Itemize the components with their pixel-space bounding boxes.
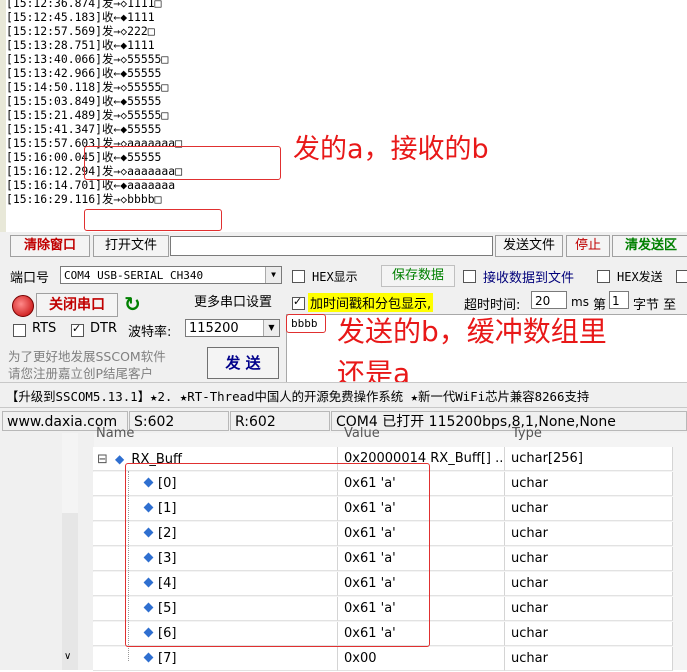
watch-cell-type: uchar: [505, 472, 673, 496]
column-header-type[interactable]: Type: [512, 426, 542, 441]
baud-label: 波特率:: [128, 325, 172, 340]
watch-cell-value: 0x00: [338, 647, 505, 671]
annotation-box-send-b: [286, 314, 326, 333]
watch-row[interactable]: [7] 0x00 uchar: [93, 647, 673, 672]
hex-send-label: HEX发送: [617, 270, 663, 284]
byte-label: 字节 至: [633, 298, 677, 313]
annotation-box-sent-b: [84, 209, 222, 231]
annotation-box-buffer: [125, 463, 430, 647]
watch-row-name: [7]: [158, 651, 177, 666]
vertical-scrollbar[interactable]: ∨: [62, 513, 78, 670]
annotation-note-2-line-1: 发送的b，缓冲数组里: [337, 315, 607, 348]
log-line: [15:12:45.183]收←◆1111: [6, 10, 155, 24]
scroll-down-icon[interactable]: ∨: [64, 651, 71, 662]
extra-checkbox[interactable]: [676, 270, 687, 283]
timeout-input[interactable]: 20: [531, 291, 567, 309]
more-port-settings-button[interactable]: 更多串口设置: [186, 292, 280, 314]
save-data-button[interactable]: 保存数据: [381, 265, 455, 287]
watch-cell-type: uchar: [505, 522, 673, 546]
rts-label: RTS: [32, 321, 57, 336]
nth-input[interactable]: 1: [609, 291, 629, 309]
port-select-value: COM4 USB-SERIAL CH340: [64, 269, 204, 282]
annotation-box-sent-a: [84, 146, 281, 180]
column-header-name[interactable]: Name: [96, 426, 134, 441]
status-port-info: COM4 已打开 115200bps,8,1,None,None: [331, 411, 687, 431]
hex-display-label: HEX显示: [312, 270, 358, 284]
log-line: [15:16:14.701]收←◆aaaaaaa: [6, 178, 176, 192]
status-received-count: R:602: [230, 411, 330, 431]
watch-cell-type: uchar: [505, 497, 673, 521]
log-line: [15:13:28.751]收←◆1111: [6, 38, 155, 52]
promo-line-2[interactable]: 请您注册嘉立创P结尾客户: [8, 363, 153, 382]
log-line: [15:15:21.489]发→◇55555□: [6, 108, 169, 122]
port-status-lamp-icon: [12, 295, 34, 317]
log-line: [15:13:40.066]发→◇55555□: [6, 52, 169, 66]
recv-to-file-checkbox[interactable]: [463, 270, 476, 283]
hex-send-checkbox[interactable]: [597, 270, 610, 283]
log-line: [15:16:29.116]发→◇bbbb□: [6, 192, 162, 206]
news-ticker[interactable]: 【升级到SSCOM5.13.1】★2. ★RT-Thread中国人的开源免费操作…: [0, 382, 687, 408]
clear-window-button[interactable]: 清除窗口: [10, 235, 90, 257]
rts-checkbox[interactable]: [13, 324, 26, 337]
hex-display-checkbox[interactable]: [292, 270, 305, 283]
watch-gutter: [78, 433, 94, 670]
timestamp-checkbox[interactable]: [292, 295, 305, 310]
dropdown-arrow-icon[interactable]: ▼: [265, 267, 281, 283]
open-file-button[interactable]: 打开文件: [93, 235, 169, 257]
watch-cell-type: uchar: [505, 622, 673, 646]
column-header-value[interactable]: Value: [344, 426, 380, 441]
log-line: [15:14:50.118]发→◇55555□: [6, 80, 169, 94]
dtr-label: DTR: [90, 321, 117, 336]
close-port-button[interactable]: 关闭串口: [36, 293, 118, 317]
struct-icon: ◆: [115, 452, 125, 466]
status-sent-count: S:602: [129, 411, 229, 431]
control-panel: 清除窗口 打开文件 发送文件 停止 清发送区 端口号 COM4 USB-SERI…: [0, 232, 687, 432]
stop-button[interactable]: 停止: [566, 235, 610, 257]
log-line: [15:15:03.849]收←◆55555: [6, 94, 162, 108]
annotation-note-1: 发的a，接收的b: [293, 134, 489, 165]
recv-to-file-label: 接收数据到文件: [483, 271, 575, 286]
baud-select[interactable]: 115200 ▼: [185, 319, 280, 337]
log-line: [15:12:36.874]发→◇1111□: [6, 0, 162, 10]
timeout-unit: ms: [571, 295, 589, 309]
port-label: 端口号: [10, 271, 50, 286]
dropdown-arrow-icon[interactable]: ▼: [263, 320, 279, 336]
watch-cell-type: uchar[256]: [505, 447, 673, 471]
file-path-input[interactable]: [170, 236, 493, 256]
receive-log-area[interactable]: [15:12:36.874]发→◇1111□ [15:12:45.183]收←◆…: [0, 0, 687, 232]
watch-cell-type: uchar: [505, 647, 673, 671]
field-icon: [143, 652, 154, 663]
baud-select-value: 115200: [189, 321, 239, 336]
log-line: [15:13:42.966]收←◆55555: [6, 66, 162, 80]
send-button[interactable]: 发 送: [207, 347, 279, 379]
watch-left-margin: [0, 433, 62, 670]
watch-window: ∨ Name Value Type ⊟ ◆ RX_Buff 0x20000014…: [0, 426, 687, 672]
watch-cell-type: uchar: [505, 597, 673, 621]
log-line: [15:15:41.347]收←◆55555: [6, 122, 162, 136]
collapse-icon[interactable]: ⊟: [97, 452, 108, 467]
dtr-checkbox[interactable]: [71, 322, 84, 337]
clear-send-area-button[interactable]: 清发送区: [612, 235, 687, 257]
news-ticker-text: 【升级到SSCOM5.13.1】★2. ★RT-Thread中国人的开源免费操作…: [6, 389, 590, 404]
watch-cell-type: uchar: [505, 547, 673, 571]
watch-cell-type: uchar: [505, 572, 673, 596]
log-line: [15:12:57.569]发→◇222□: [6, 24, 155, 38]
send-file-button[interactable]: 发送文件: [495, 235, 563, 257]
port-select[interactable]: COM4 USB-SERIAL CH340 ▼: [60, 266, 282, 284]
refresh-icon[interactable]: ↻: [124, 292, 141, 316]
